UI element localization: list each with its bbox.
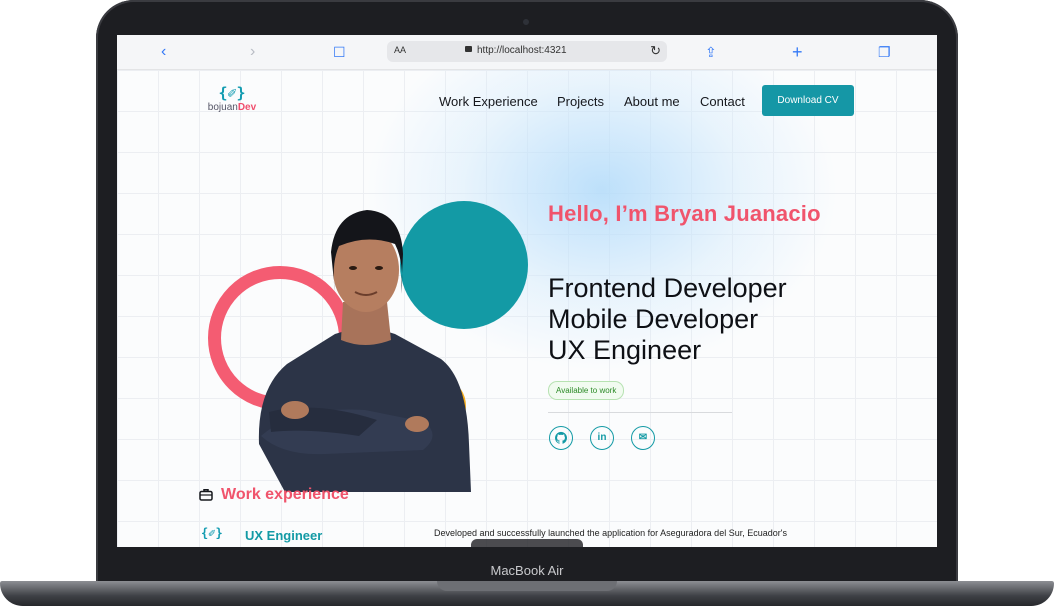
lock-icon: [465, 46, 472, 52]
site-logo[interactable]: {✐} bojuanDev: [197, 84, 267, 124]
back-chevron-left-icon[interactable]: ‹: [161, 43, 166, 61]
briefcase-icon: [199, 489, 213, 501]
home-indicator: [471, 539, 583, 547]
camera-icon: [523, 19, 529, 25]
logo-brace-icon: {✐}: [218, 84, 246, 102]
hero-greeting: Hello, I’m Bryan Juanacio: [548, 201, 821, 226]
linkedin-glyph: in: [597, 432, 607, 443]
mail-glyph: ✉: [638, 432, 648, 443]
profile-photo: [258, 210, 471, 492]
download-cv-button[interactable]: Download CV: [762, 85, 854, 116]
hero-role-frontend: Frontend Developer: [548, 273, 787, 303]
company-logo-icon: {✐}: [201, 526, 223, 540]
github-icon[interactable]: [549, 426, 573, 450]
bookmarks-book-icon[interactable]: ☐: [333, 43, 346, 61]
portfolio-page: {✐} bojuanDev Work Experience Projects A…: [117, 70, 937, 547]
laptop-hinge-notch: [437, 581, 617, 591]
reader-button[interactable]: AA: [394, 45, 406, 55]
nav-work-experience[interactable]: Work Experience: [439, 94, 538, 109]
job-title: UX Engineer: [245, 528, 323, 543]
forward-chevron-right-icon[interactable]: ›: [250, 43, 255, 61]
tabs-icon[interactable]: ❐: [878, 43, 891, 61]
logo-name: bojuan: [207, 102, 238, 113]
address-bar[interactable]: AA http://localhost:4321 ↻: [387, 41, 667, 62]
hero-role-ux: UX Engineer: [548, 335, 702, 365]
github-glyph-icon: [554, 431, 568, 444]
divider: [548, 412, 732, 413]
url-text[interactable]: http://localhost:4321: [477, 45, 567, 56]
logo-text: bojuanDev: [197, 102, 267, 114]
logo-dev: Dev: [237, 102, 257, 113]
job-description: Developed and successfully launched the …: [434, 528, 787, 538]
new-tab-plus-icon[interactable]: +: [792, 43, 803, 61]
hero-role-mobile: Mobile Developer: [548, 304, 759, 334]
share-icon[interactable]: ⇪: [705, 43, 717, 61]
nav-about-me[interactable]: About me: [624, 94, 680, 109]
available-status-badge: Available to work: [548, 381, 625, 400]
device-label: MacBook Air: [490, 563, 564, 578]
linkedin-icon[interactable]: in: [590, 426, 614, 450]
nav-projects[interactable]: Projects: [557, 94, 604, 109]
reload-icon[interactable]: ↻: [650, 43, 661, 59]
browser-toolbar: ‹ › ☐ AA http://localhost:4321 ↻ ⇪ + ❐: [117, 35, 937, 70]
nav-contact[interactable]: Contact: [700, 94, 745, 109]
browser-window: ‹ › ☐ AA http://localhost:4321 ↻ ⇪ + ❐ {…: [117, 35, 937, 547]
mail-icon[interactable]: ✉: [631, 426, 655, 450]
work-experience-heading: Work experience: [221, 486, 349, 503]
